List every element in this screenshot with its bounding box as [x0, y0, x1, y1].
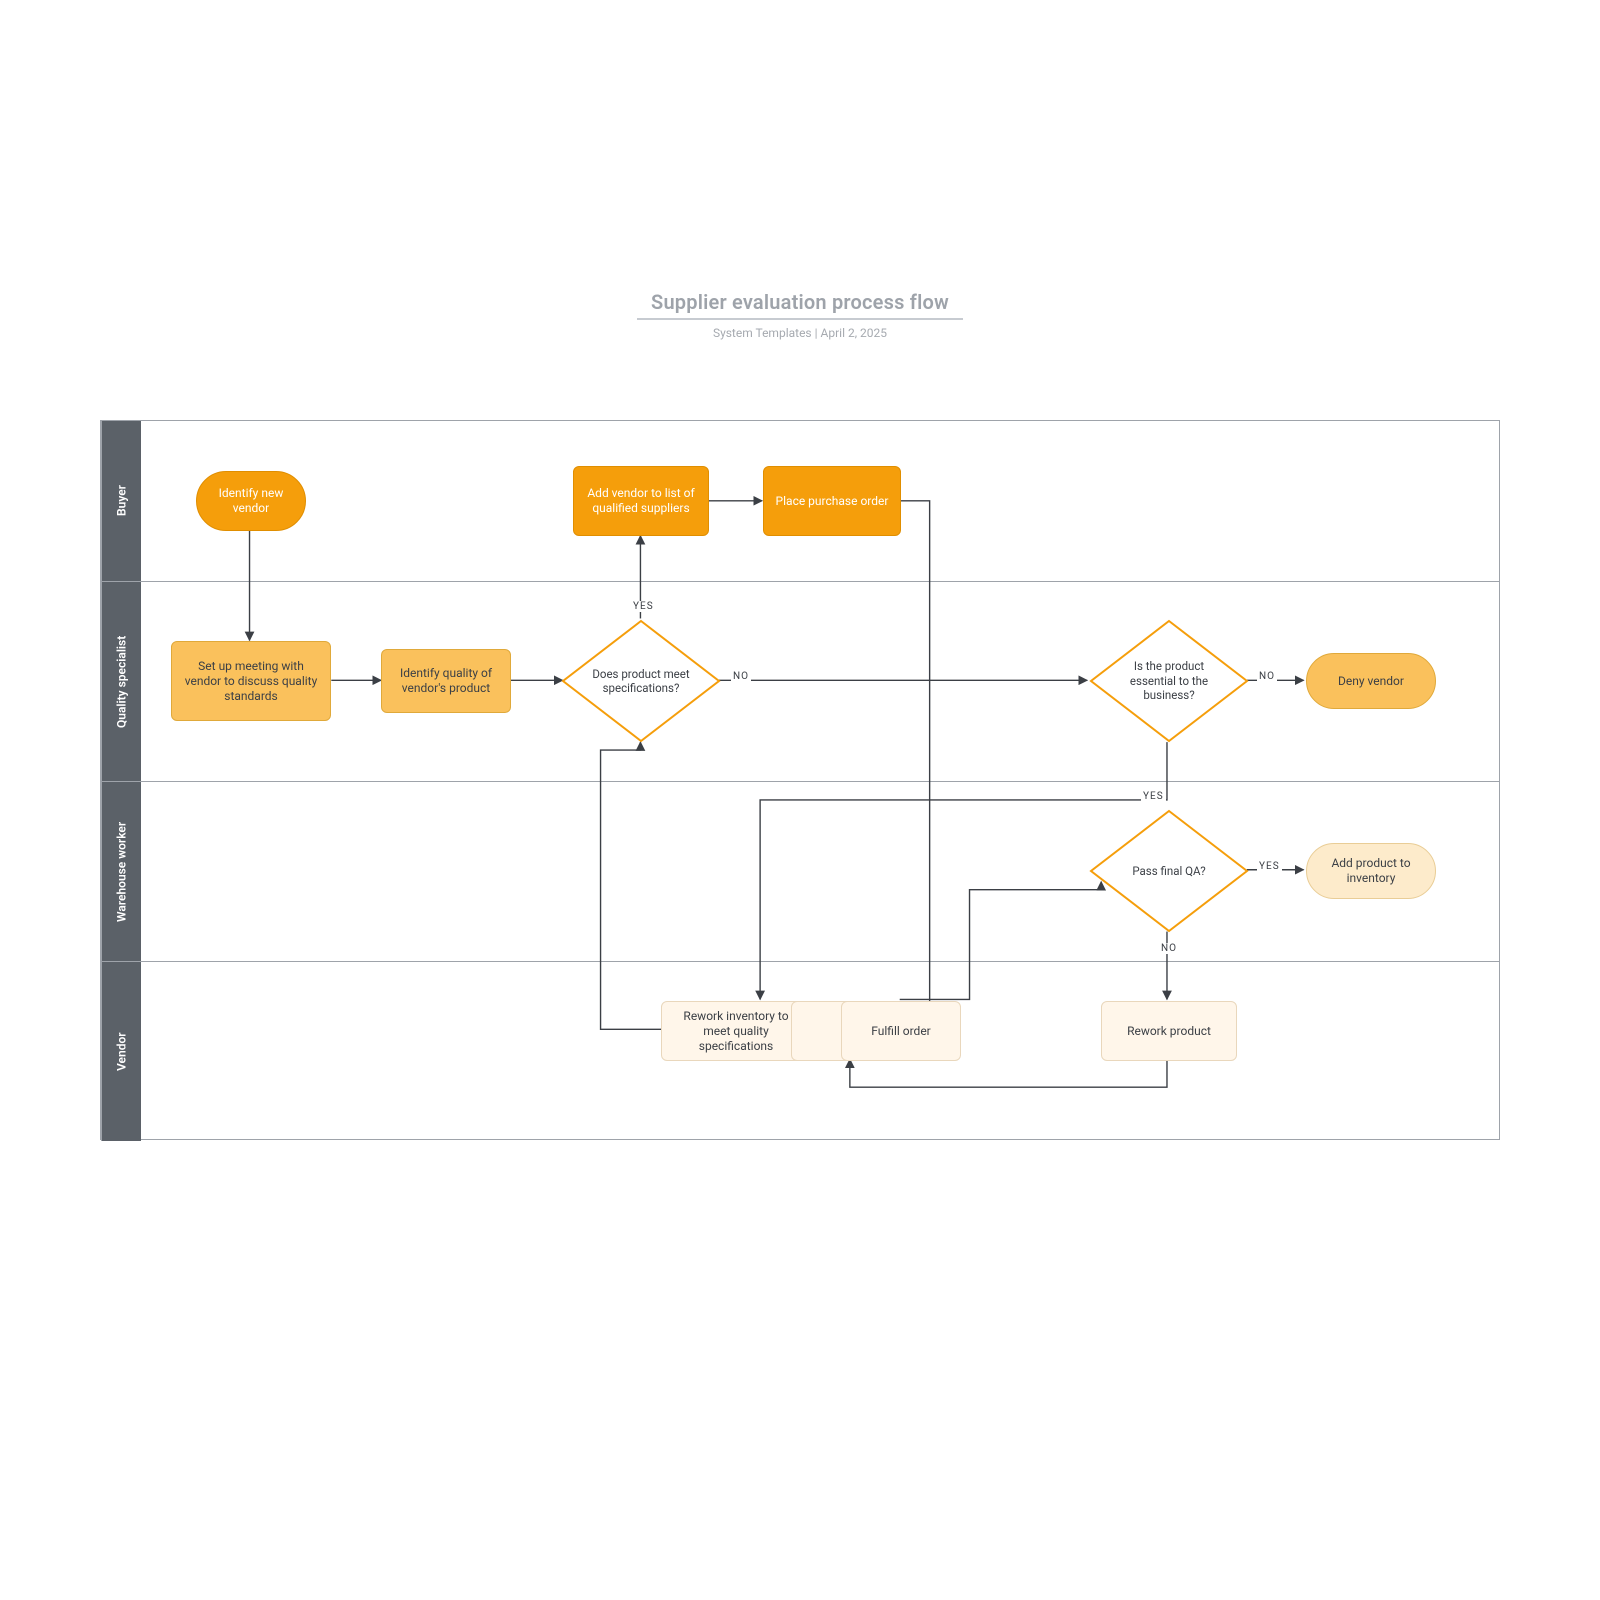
node-identify-vendor: Identify new vendor [196, 471, 306, 531]
node-deny-vendor: Deny vendor [1306, 653, 1436, 709]
diagram-title: Supplier evaluation process flow [637, 290, 963, 320]
lane-label-quality: Quality specialist [101, 582, 141, 781]
swimlane-pool: Buyer Quality specialist Warehouse worke… [100, 420, 1500, 1140]
edge-label-yes-2: YES [1141, 791, 1166, 802]
node-add-qualified: Add vendor to list of qualified supplier… [573, 466, 709, 536]
lane-label-vendor: Vendor [101, 962, 141, 1141]
subtitle-author: System Templates [713, 326, 812, 340]
decision-essential-label: Is the product essential to the business… [1089, 619, 1249, 743]
decision-final-qa: Pass final QA? [1089, 809, 1249, 933]
node-rework-inventory: Rework inventory to meet quality specifi… [661, 1001, 811, 1061]
node-place-order: Place purchase order [763, 466, 901, 536]
node-rework-product: Rework product [1101, 1001, 1237, 1061]
node-add-inventory: Add product to inventory [1306, 843, 1436, 899]
subtitle-date: April 2, 2025 [821, 326, 888, 340]
decision-final-qa-label: Pass final QA? [1089, 809, 1249, 933]
decision-essential: Is the product essential to the business… [1089, 619, 1249, 743]
edge-label-yes-3: YES [1257, 861, 1282, 872]
diagram-subtitle: System Templates | April 2, 2025 [0, 326, 1600, 340]
edge-label-no-1: NO [731, 671, 751, 682]
decision-meets-spec-label: Does product meet specifications? [561, 619, 721, 743]
lane-warehouse: Warehouse worker [101, 781, 1499, 961]
edge-label-no-3: NO [1159, 943, 1179, 954]
edge-label-no-2: NO [1257, 671, 1277, 682]
lane-label-buyer: Buyer [101, 421, 141, 581]
node-meeting: Set up meeting with vendor to discuss qu… [171, 641, 331, 721]
title-block: Supplier evaluation process flow System … [0, 290, 1600, 340]
node-identify-quality: Identify quality of vendor's product [381, 649, 511, 713]
decision-meets-spec: Does product meet specifications? [561, 619, 721, 743]
node-fulfill: Fulfill order [841, 1001, 961, 1061]
diagram-stage: Supplier evaluation process flow System … [0, 0, 1600, 1600]
lane-label-warehouse: Warehouse worker [101, 782, 141, 961]
edge-label-yes-1: YES [631, 601, 656, 612]
subtitle-sep: | [815, 326, 818, 340]
